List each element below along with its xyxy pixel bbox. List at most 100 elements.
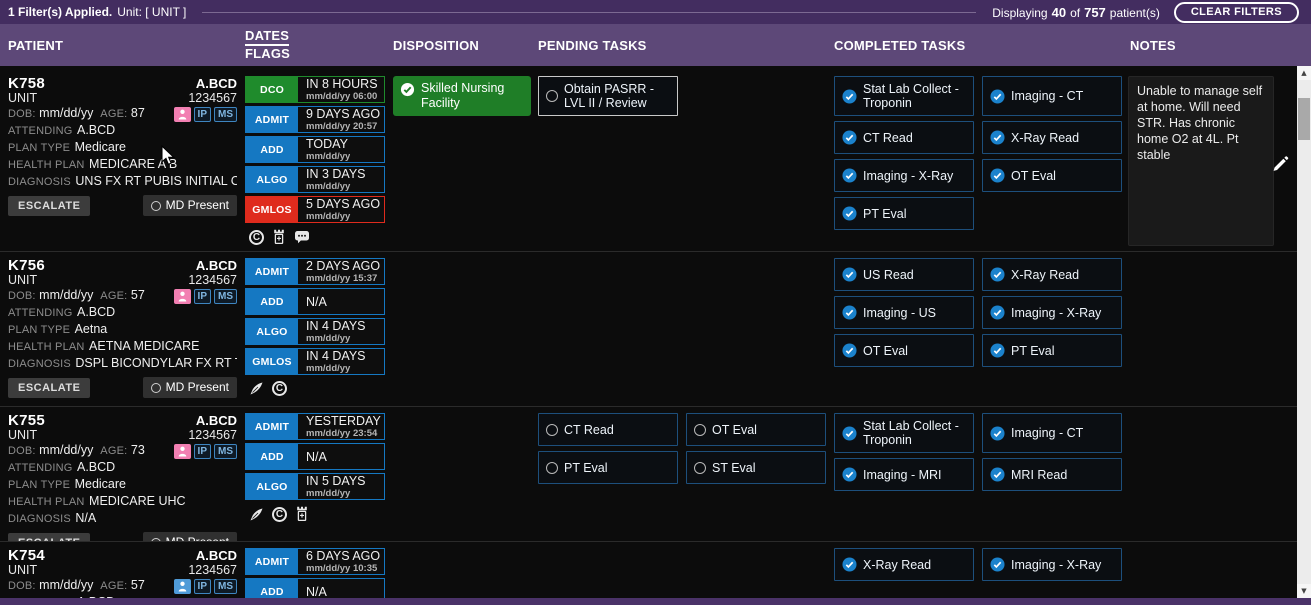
filters-applied-text: 1 Filter(s) Applied. — [8, 5, 113, 19]
date-chip-add: ADD N/A — [245, 578, 385, 598]
date-chip-tag: GMLOS — [246, 197, 298, 222]
date-chip-tag: ALGO — [246, 474, 298, 499]
notes-cell: Unable to manage self at home. Will need… — [1126, 76, 1297, 251]
disposition-cell — [390, 413, 538, 541]
dates-flags-cell: ADMIT 6 DAYS AGO mm/dd/yy 10:35 ADD N/A — [245, 548, 390, 598]
date-chip-gmlos: GMLOS IN 4 DAYS mm/dd/yy — [245, 348, 385, 375]
edit-note-icon[interactable] — [1272, 155, 1289, 172]
patient-info: K756 A.BCD UNIT 1234567 DOB: mm/dd/yy AGE:… — [0, 258, 245, 406]
pending-task[interactable]: CT Read — [538, 413, 678, 446]
flag-icons-row: C — [245, 506, 390, 522]
total-count: 757 — [1084, 4, 1106, 20]
completed-tasks-cell: US Read X-Ray Read Imaging - US Imaging - X… — [834, 258, 1126, 406]
completed-task[interactable]: Imaging - CT — [982, 413, 1122, 453]
pending-tasks-cell: CT Read OT Eval PT Eval ST Eval — [538, 413, 834, 541]
patient-mrn: 1234567 — [188, 91, 237, 105]
disposition-cell — [390, 258, 538, 406]
comment-icon — [295, 231, 309, 244]
pending-task[interactable]: Obtain PASRR - LVL II / Review — [538, 76, 678, 116]
col-header-dates-flags: DATES FLAGS — [245, 28, 390, 62]
completed-task[interactable]: Imaging - MRI — [834, 458, 974, 491]
completed-task[interactable]: Imaging - X-Ray — [982, 296, 1122, 329]
scrollbar-thumb[interactable] — [1298, 98, 1310, 140]
col-header-dates[interactable]: DATES — [245, 28, 290, 46]
md-present-toggle[interactable]: MD Present — [142, 532, 237, 541]
completed-task[interactable]: Imaging - CT — [982, 76, 1122, 116]
patient-diagnosis: DIAGNOSIS DSPL BICONDYLAR FX RT TIB IN..… — [8, 356, 237, 370]
md-present-toggle[interactable]: MD Present — [142, 195, 237, 216]
unchecked-circle-icon — [546, 461, 558, 474]
pending-task[interactable]: OT Eval — [686, 413, 826, 446]
disposition-chip[interactable]: Skilled Nursing Facility — [393, 76, 531, 116]
displaying-count-text: Displaying 40 of 757 patient(s) — [992, 5, 1160, 20]
pending-task[interactable]: PT Eval — [538, 451, 678, 484]
radio-circle-icon — [150, 382, 161, 393]
feather-icon — [250, 508, 263, 520]
unit-filter-text: Unit: [ UNIT ] — [117, 5, 187, 19]
patient-unit: UNIT — [8, 563, 38, 577]
displaying-word: Displaying — [992, 5, 1048, 20]
patient-badges: IP MS — [173, 443, 237, 459]
completed-task[interactable]: Stat Lab Collect - Troponin — [834, 76, 974, 116]
of-word: of — [1070, 5, 1081, 20]
copy-c-icon: C — [249, 229, 264, 245]
pending-task[interactable]: ST Eval — [686, 451, 826, 484]
completed-task[interactable]: X-Ray Read — [834, 548, 974, 581]
copy-c-icon: C — [272, 381, 287, 396]
md-present-toggle[interactable]: MD Present — [142, 377, 237, 398]
patient-info: K755 A.BCD UNIT 1234567 DOB: mm/dd/yy AGE:… — [0, 413, 245, 541]
completed-task[interactable]: OT Eval — [834, 334, 974, 367]
completed-task[interactable]: Stat Lab Collect - Troponin — [834, 413, 974, 453]
escalate-button[interactable]: ESCALATE — [8, 195, 91, 216]
completed-task[interactable]: OT Eval — [982, 159, 1122, 192]
notes-cell — [1126, 258, 1297, 406]
notes-cell — [1126, 413, 1297, 541]
completed-check-icon — [842, 206, 857, 221]
escalate-button[interactable]: ESCALATE — [8, 532, 91, 541]
scroll-up-button[interactable]: ▲ — [1297, 66, 1311, 80]
completed-task[interactable]: US Read — [834, 258, 974, 291]
notes-text[interactable]: Unable to manage self at home. Will need… — [1128, 76, 1274, 246]
filter-bar: 1 Filter(s) Applied. Unit: [ UNIT ] Disp… — [0, 0, 1311, 24]
completed-check-icon — [990, 467, 1005, 482]
patient-plan-type: PLAN TYPE Aetna — [8, 322, 108, 336]
completed-task[interactable]: PT Eval — [834, 197, 974, 230]
clear-filters-button[interactable]: CLEAR FILTERS — [1173, 1, 1299, 23]
date-chip-tag: ADD — [246, 289, 298, 314]
col-header-flags: FLAGS — [245, 46, 291, 61]
attending-code: A.BCD — [195, 548, 237, 563]
completed-task[interactable]: Imaging - X-Ray — [834, 159, 974, 192]
attending-code: A.BCD — [195, 258, 237, 273]
displayed-count: 40 — [1051, 4, 1067, 20]
completed-check-icon — [990, 425, 1005, 441]
flag-icons-row: C — [245, 229, 390, 245]
date-chip-tag: ADMIT — [246, 107, 298, 132]
crown-flag-icon — [297, 506, 307, 522]
completed-task[interactable]: MRI Read — [982, 458, 1122, 491]
completed-check-icon — [842, 557, 857, 572]
patient-unit: UNIT — [8, 273, 38, 287]
completed-task[interactable]: X-Ray Read — [982, 258, 1122, 291]
completed-task[interactable]: Imaging - X-Ray — [982, 548, 1122, 581]
completed-check-icon — [990, 88, 1005, 104]
date-chip-admit: ADMIT 2 DAYS AGO mm/dd/yy 15:37 — [245, 258, 385, 285]
date-chip-add: ADD N/A — [245, 443, 385, 470]
patient-attending: ATTENDING A.BCD — [8, 305, 116, 319]
gender-female-icon — [173, 288, 191, 304]
date-chip-admit: ADMIT 9 DAYS AGO mm/dd/yy 20:57 — [245, 106, 385, 133]
notes-cell — [1126, 548, 1297, 598]
completed-task[interactable]: CT Read — [834, 121, 974, 154]
radio-circle-icon — [150, 200, 161, 211]
patient-dob-age: DOB: mm/dd/yy AGE: 73 — [8, 443, 145, 457]
completed-task[interactable]: Imaging - US — [834, 296, 974, 329]
scroll-down-button[interactable]: ▼ — [1297, 584, 1311, 598]
vertical-scrollbar[interactable]: ▲ ▼ — [1297, 66, 1311, 598]
patient-plan-type: PLAN TYPE Medicare — [8, 477, 126, 491]
completed-task[interactable]: PT Eval — [982, 334, 1122, 367]
completed-task[interactable]: X-Ray Read — [982, 121, 1122, 154]
patient-id: K755 — [8, 412, 46, 429]
gender-female-icon — [173, 106, 191, 122]
patient-health-plan: HEALTH PLAN MEDICARE UHC — [8, 494, 186, 508]
completed-check-icon — [990, 168, 1005, 183]
escalate-button[interactable]: ESCALATE — [8, 377, 91, 398]
